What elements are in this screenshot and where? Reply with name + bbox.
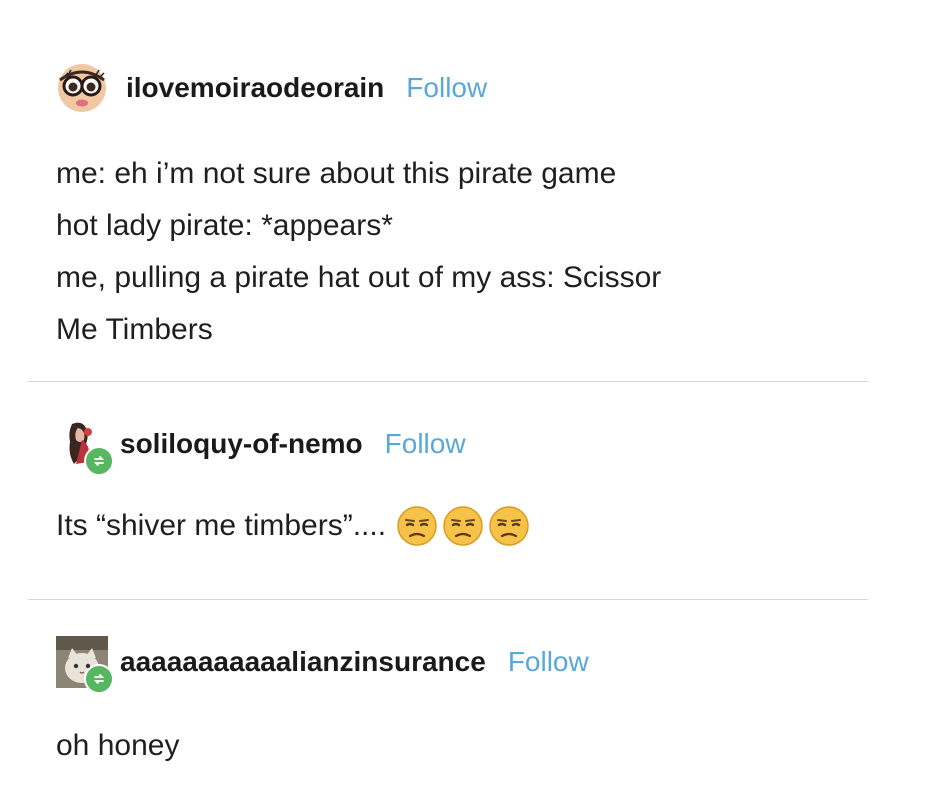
unamused-face-icon (489, 506, 529, 546)
post-header: ilovemoiraodeorain Follow (56, 62, 487, 114)
follow-button[interactable]: Follow (406, 72, 487, 104)
avatar[interactable] (56, 62, 108, 114)
post-body: me: eh i’m not sure about this pirate ga… (56, 148, 661, 356)
reblog-icon (84, 664, 114, 694)
follow-button[interactable]: Follow (385, 428, 466, 460)
avatar[interactable] (56, 636, 114, 694)
post-line: hot lady pirate: *appears* (56, 209, 393, 242)
unamused-face-icon (443, 506, 483, 546)
post-body: oh honey (56, 720, 179, 772)
username[interactable]: ilovemoiraodeorain (126, 72, 384, 104)
post-original: ilovemoiraodeorain Follow me: eh i’m not… (0, 0, 928, 380)
post-line: me, pulling a pirate hat out of my ass: … (56, 261, 662, 294)
post-line: Me Timbers (56, 313, 213, 346)
avatar[interactable] (56, 418, 114, 476)
username[interactable]: aaaaaaaaaaalianzinsurance (120, 646, 486, 678)
post-line: Its “shiver me timbers”.... (56, 509, 387, 542)
post-line: oh honey (56, 729, 180, 762)
username[interactable]: soliloquy-of-nemo (120, 428, 363, 460)
post-reblog: aaaaaaaaaaalianzinsurance Follow oh hone… (0, 600, 928, 788)
post-reblog: soliloquy-of-nemo Follow Its “shiver me … (0, 382, 928, 598)
unamused-face-icon (397, 506, 437, 546)
post-body: Its “shiver me timbers”.... (56, 500, 530, 552)
avatar-image (58, 64, 106, 112)
post-header: aaaaaaaaaaalianzinsurance Follow (56, 636, 589, 694)
follow-button[interactable]: Follow (508, 646, 589, 678)
post-line: me: eh i’m not sure about this pirate ga… (56, 157, 617, 190)
post-header: soliloquy-of-nemo Follow (56, 418, 466, 476)
reblog-icon (84, 446, 114, 476)
